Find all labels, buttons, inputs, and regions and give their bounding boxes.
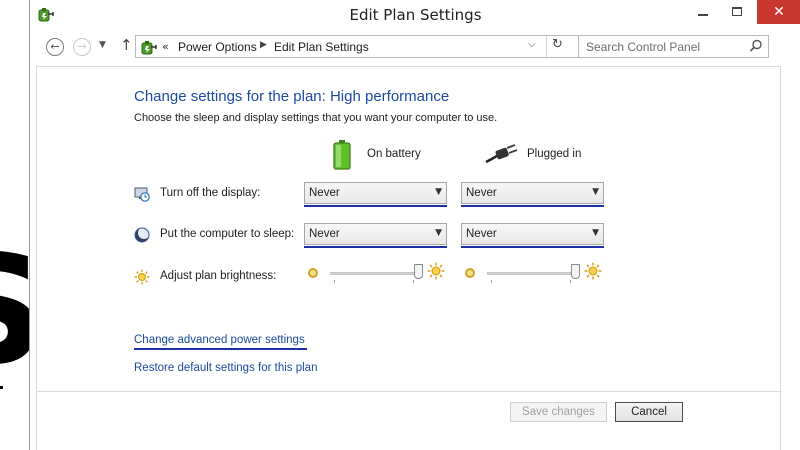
dim-icon (308, 268, 318, 278)
sleep-plugged-value: Never (466, 228, 497, 240)
footer-divider (37, 391, 782, 392)
search-icon[interactable] (749, 39, 763, 53)
battery-icon (333, 140, 351, 170)
slider-track[interactable] (330, 272, 418, 275)
brightness-plugged-slider[interactable] (465, 262, 603, 294)
search-input[interactable] (579, 36, 739, 57)
clock-monitor-icon (134, 187, 150, 202)
maximize-button[interactable] (720, 0, 754, 24)
sleep-battery-dropdown[interactable]: Never ▼ (304, 223, 447, 248)
brightness-battery-slider[interactable] (308, 262, 446, 294)
back-arrow-icon: ← (50, 40, 60, 53)
change-advanced-power-settings-link[interactable]: Change advanced power settings (134, 334, 307, 350)
restore-default-settings-link[interactable]: Restore default settings for this plan (134, 362, 317, 374)
save-changes-button[interactable]: Save changes (510, 402, 607, 422)
chevron-down-icon: ▼ (435, 187, 442, 197)
slider-thumb[interactable] (570, 264, 580, 279)
minimize-button[interactable] (686, 0, 720, 24)
breadcrumb-overflow-button[interactable]: « (162, 40, 169, 53)
up-arrow-icon: ↑ (120, 36, 133, 54)
plugged-in-label: Plugged in (527, 148, 582, 160)
chevron-down-icon: ▼ (592, 187, 599, 197)
address-dropdown-button[interactable]: ⌵ (528, 39, 536, 50)
sun-icon (134, 269, 150, 285)
recent-locations-button[interactable]: ▼ (99, 40, 106, 50)
display-plugged-value: Never (466, 187, 497, 199)
slider-track[interactable] (487, 272, 575, 275)
up-button[interactable]: ↑ (120, 36, 133, 54)
slider-tick (570, 280, 571, 283)
back-button[interactable]: ← (46, 38, 64, 56)
content-panel: Change settings for the plan: High perfo… (36, 66, 782, 450)
breadcrumb-power-options[interactable]: Power Options (178, 40, 257, 54)
forward-button[interactable]: → (73, 38, 91, 56)
sleep-battery-value: Never (309, 228, 340, 240)
cancel-button[interactable]: Cancel (615, 402, 683, 422)
on-battery-label: On battery (367, 148, 421, 160)
edit-plan-settings-window: Edit Plan Settings ✕ ← → ▼ ↑ « Power Opt… (29, 0, 800, 450)
slider-thumb[interactable] (413, 264, 423, 279)
bright-sun-icon (584, 262, 602, 280)
sleep-plugged-dropdown[interactable]: Never ▼ (461, 223, 604, 248)
display-plugged-dropdown[interactable]: Never ▼ (461, 182, 604, 207)
sleep-row-label: Put the computer to sleep: (160, 228, 295, 240)
chevron-down-icon: ▼ (99, 40, 106, 50)
screen: S K Edit Plan Settings ✕ (0, 0, 800, 450)
page-title: Change settings for the plan: High perfo… (134, 88, 450, 105)
focus-underline (461, 246, 604, 248)
refresh-button[interactable]: ↻ (552, 37, 563, 52)
slider-tick (491, 280, 492, 283)
minimize-icon (698, 14, 708, 16)
control-panel-icon (141, 41, 157, 55)
close-icon: ✕ (773, 4, 785, 20)
display-row-label: Turn off the display: (160, 187, 261, 199)
focus-underline (304, 246, 447, 248)
dim-icon (465, 268, 475, 278)
breadcrumb-edit-plan-settings[interactable]: Edit Plan Settings (274, 40, 369, 54)
display-battery-value: Never (309, 187, 340, 199)
window-title: Edit Plan Settings (349, 6, 482, 24)
navigation-bar: ← → ▼ ↑ « Power Options ▶ Edit Plan Sett… (30, 31, 800, 61)
forward-arrow-icon: → (77, 40, 87, 53)
maximize-icon (732, 7, 742, 16)
address-divider (546, 36, 547, 57)
refresh-icon: ↻ (552, 37, 563, 52)
page-description: Choose the sleep and display settings th… (134, 112, 498, 124)
focus-underline (461, 205, 604, 207)
power-plug-icon (485, 144, 518, 164)
close-button[interactable]: ✕ (757, 0, 800, 24)
search-box[interactable] (578, 35, 769, 58)
brightness-row-label: Adjust plan brightness: (160, 270, 277, 282)
chevron-down-icon: ▼ (435, 228, 442, 238)
breadcrumb-separator-icon[interactable]: ▶ (260, 40, 267, 50)
display-battery-dropdown[interactable]: Never ▼ (304, 182, 447, 207)
moon-icon (134, 227, 150, 243)
background-dot (0, 386, 3, 389)
bright-sun-icon (427, 262, 445, 280)
title-bar[interactable]: Edit Plan Settings ✕ (30, 0, 800, 31)
chevron-down-icon: ▼ (592, 228, 599, 238)
slider-tick (413, 280, 414, 283)
address-bar[interactable]: « Power Options ▶ Edit Plan Settings ⌵ ↻ (135, 35, 596, 58)
chevron-down-icon: ⌵ (528, 39, 536, 50)
slider-tick (334, 280, 335, 283)
focus-underline (304, 205, 447, 207)
